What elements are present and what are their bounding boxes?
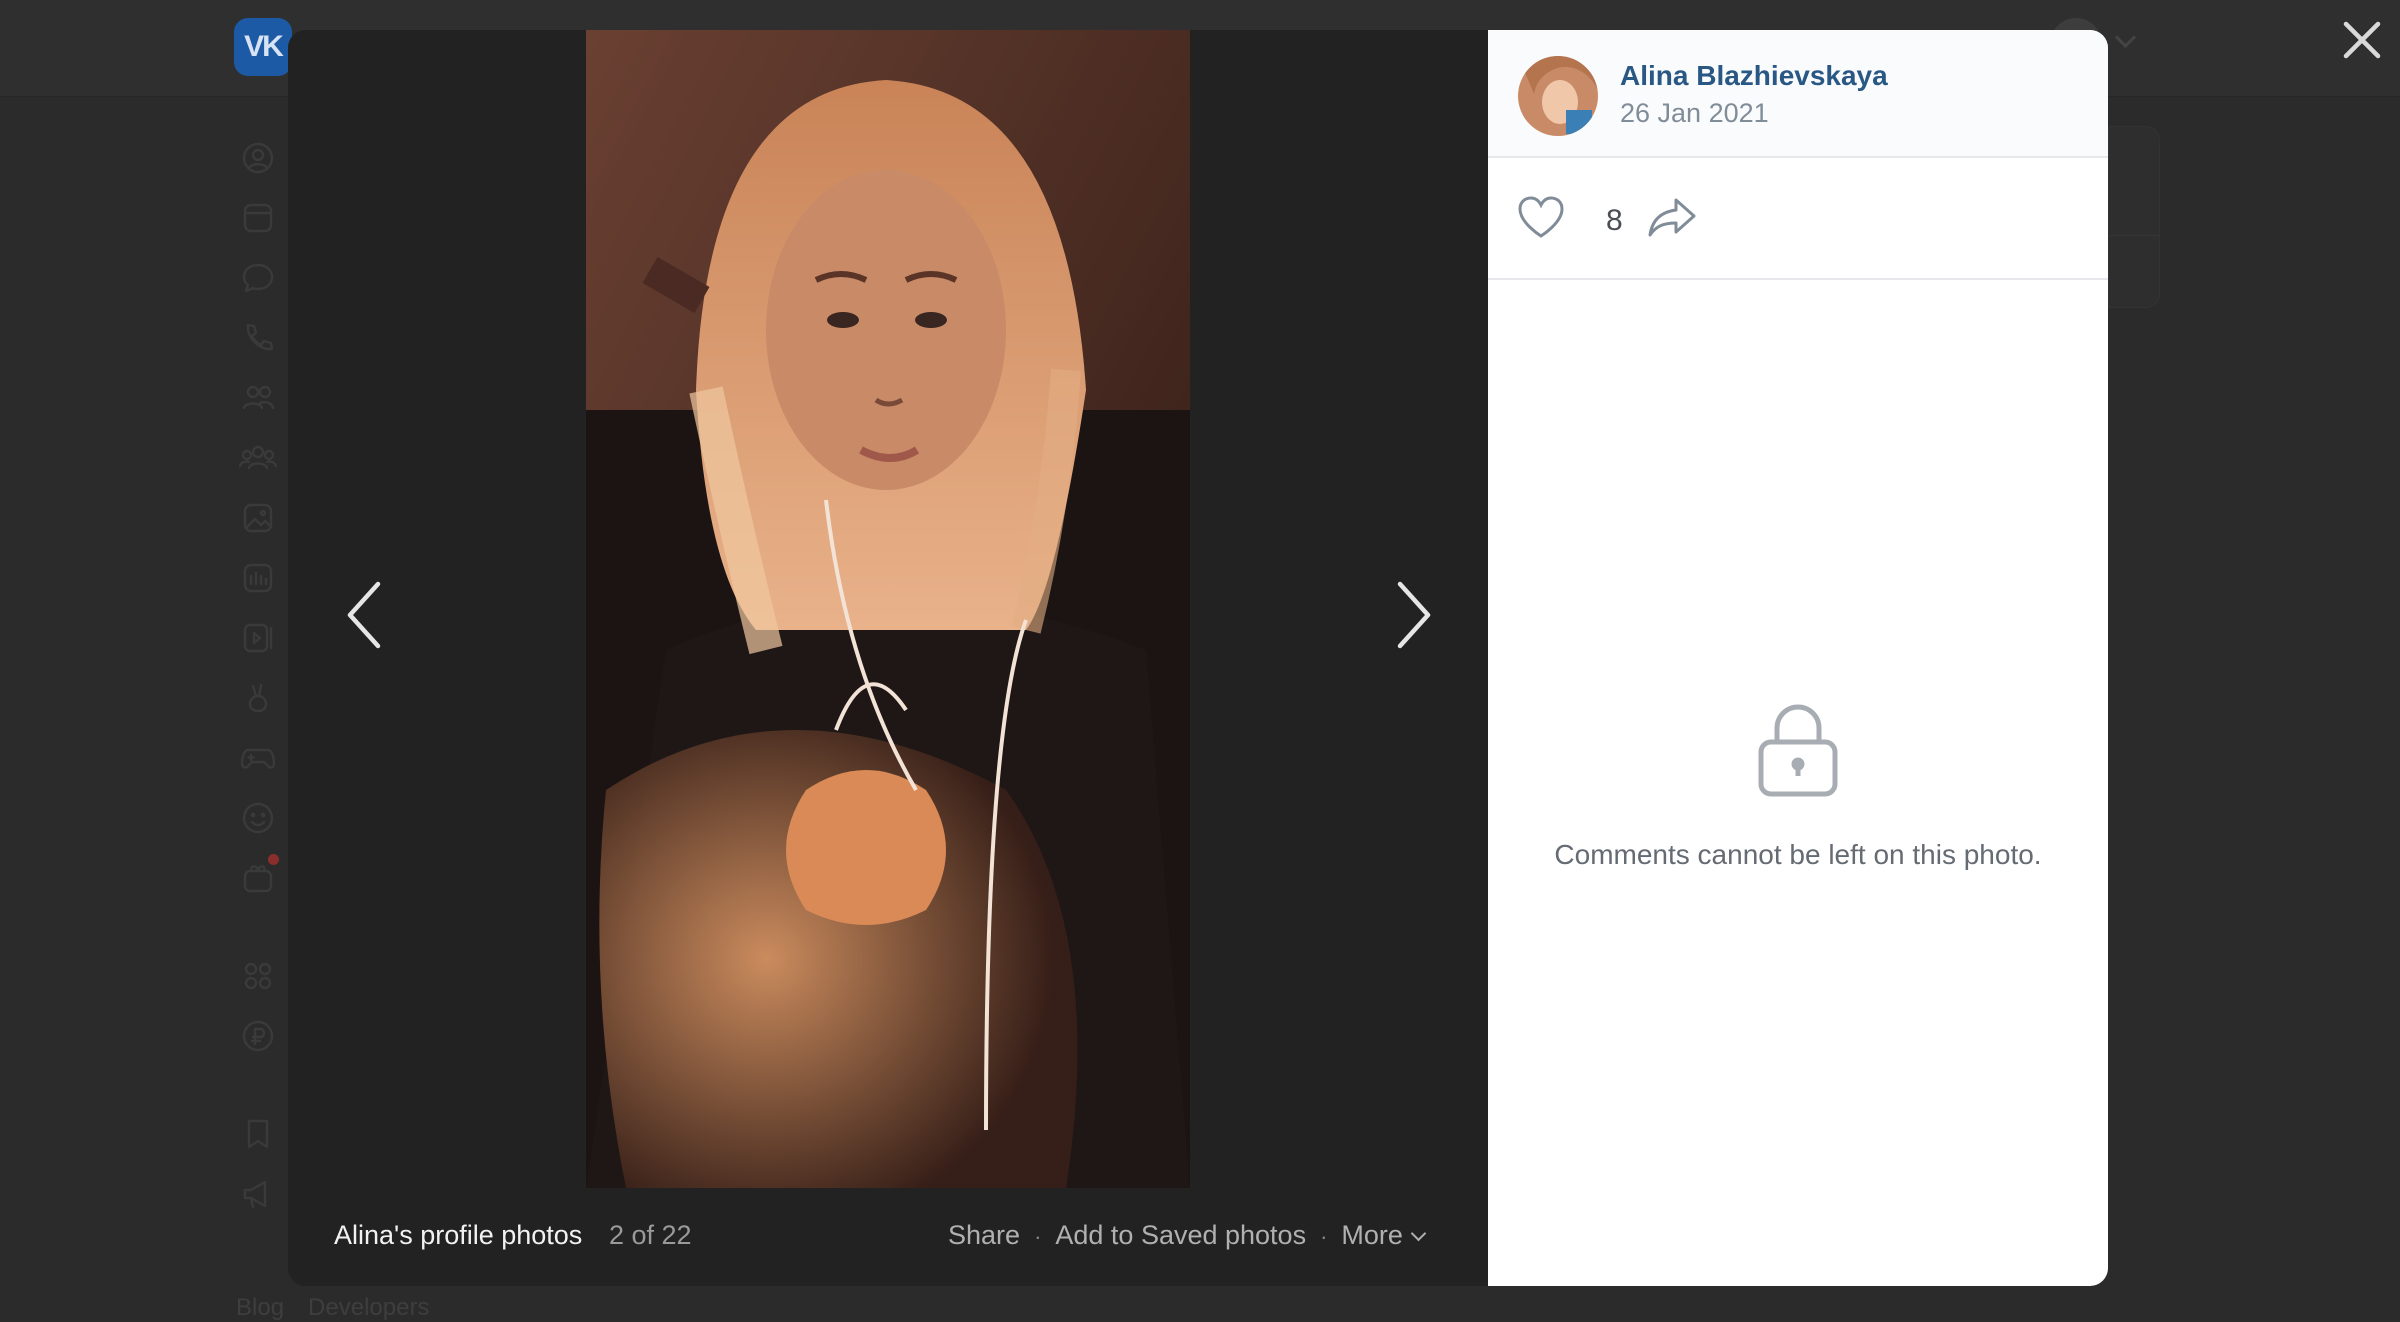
divider bbox=[2109, 235, 2159, 236]
gifts-icon[interactable] bbox=[236, 854, 280, 900]
payments-icon[interactable] bbox=[236, 1014, 280, 1058]
separator-dot: · bbox=[1320, 1224, 1328, 1249]
share-arrow-icon[interactable] bbox=[1646, 194, 1698, 244]
stickers-icon[interactable] bbox=[236, 796, 280, 840]
more-menu-button[interactable]: More bbox=[1341, 1220, 1427, 1250]
comments-locked-message: Comments cannot be left on this photo. bbox=[1554, 839, 2042, 870]
messages-icon[interactable] bbox=[236, 256, 280, 300]
close-icon[interactable] bbox=[2336, 14, 2388, 66]
photo-counter: 2 of 22 bbox=[609, 1220, 692, 1250]
calls-icon[interactable] bbox=[236, 316, 280, 360]
author-name[interactable]: Alina Blazhievskaya bbox=[1620, 60, 1888, 92]
post-date: 26 Jan 2021 bbox=[1620, 98, 1769, 128]
chevron-left-icon[interactable] bbox=[334, 570, 394, 660]
news-icon[interactable] bbox=[236, 196, 280, 240]
chevron-down-icon bbox=[1410, 1225, 1427, 1242]
photos-icon[interactable] bbox=[236, 496, 280, 540]
more-label: More bbox=[1341, 1220, 1403, 1250]
like-count: 8 bbox=[1606, 204, 1623, 237]
album-title[interactable]: Alina's profile photos bbox=[334, 1220, 582, 1251]
side-panel: Alina Blazhievskaya 26 Jan 2021 8 Commen… bbox=[1488, 30, 2108, 1286]
footer-link-developers[interactable]: Developers bbox=[308, 1294, 429, 1321]
music-icon[interactable] bbox=[236, 556, 280, 600]
like-button[interactable]: 8 bbox=[1516, 194, 1623, 244]
profile-icon[interactable] bbox=[236, 136, 280, 180]
photo-viewer: Alina's profile photos 2 of 22 Share · Add… bbox=[288, 30, 2108, 1286]
author-avatar[interactable] bbox=[1518, 56, 1598, 136]
right-card bbox=[2108, 126, 2160, 308]
separator-dot: · bbox=[1034, 1224, 1042, 1249]
communities-icon[interactable] bbox=[236, 436, 280, 480]
lock-icon bbox=[1753, 698, 1843, 798]
ads-icon[interactable] bbox=[236, 1172, 280, 1216]
friends-icon[interactable] bbox=[236, 376, 280, 420]
chevron-right-icon[interactable] bbox=[1384, 570, 1444, 660]
photo[interactable] bbox=[586, 30, 1190, 1188]
comments-locked: Comments cannot be left on this photo. bbox=[1488, 698, 2108, 871]
photo-actions: Share · Add to Saved photos · More bbox=[948, 1220, 1427, 1251]
photo-info-bar: Alina's profile photos 2 of 22 Share · Add… bbox=[288, 1220, 1488, 1270]
reactions-bar: 8 bbox=[1488, 158, 2108, 280]
clips-icon[interactable] bbox=[236, 676, 280, 720]
share-link[interactable]: Share bbox=[948, 1220, 1020, 1250]
footer-link-blog[interactable]: Blog bbox=[236, 1294, 284, 1321]
bookmarks-icon[interactable] bbox=[236, 1112, 280, 1156]
games-icon[interactable] bbox=[236, 736, 280, 780]
heart-icon bbox=[1516, 196, 1566, 238]
chevron-down-icon[interactable] bbox=[2114, 26, 2137, 49]
vk-logo[interactable]: VK bbox=[234, 18, 292, 76]
author-header: Alina Blazhievskaya 26 Jan 2021 bbox=[1488, 30, 2108, 158]
services-icon[interactable] bbox=[236, 954, 280, 998]
add-to-saved-link[interactable]: Add to Saved photos bbox=[1055, 1220, 1306, 1250]
footer-links: Blog Developers bbox=[236, 1294, 453, 1322]
photo-area: Alina's profile photos 2 of 22 Share · Add… bbox=[288, 30, 1488, 1286]
notification-dot bbox=[268, 854, 279, 865]
video-icon[interactable] bbox=[236, 616, 280, 660]
